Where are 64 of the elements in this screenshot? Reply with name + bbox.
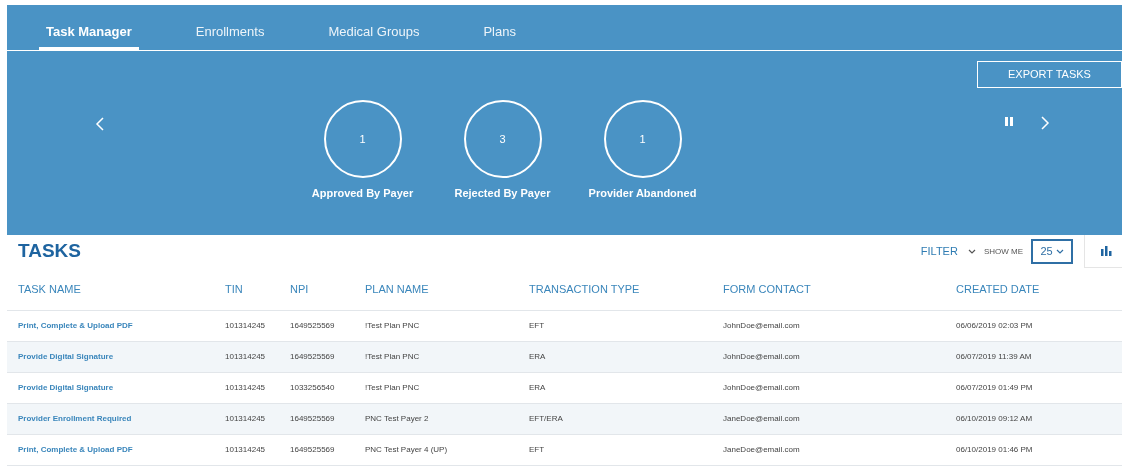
chevron-down-icon [967, 249, 976, 254]
column-header[interactable]: NPI [290, 280, 365, 298]
table-cell: JohnDoe@email.com [723, 351, 800, 363]
table-cell: !Test Plan PNC [365, 320, 420, 332]
stat-label: Approved By Payer [311, 186, 414, 201]
stat-label: Provider Abandoned [588, 186, 697, 201]
table-cell: PNC Test Payer 2 [365, 413, 429, 425]
table-cell: 06/06/2019 02:03 PM [956, 320, 1033, 332]
table-cell: 1033256540 [290, 382, 335, 394]
table-cell: PNC Test Payer 4 (UP) [365, 444, 448, 456]
task-link[interactable]: Provide Digital Signature [18, 351, 114, 363]
chevron-right-icon [1040, 116, 1050, 130]
page-size-select[interactable]: 25 [1031, 239, 1073, 264]
table-cell: 1649525569 [290, 351, 335, 363]
chart-view-button[interactable] [1084, 235, 1122, 268]
table-cell: ERA [529, 351, 546, 363]
table-cell: 1649525569 [290, 320, 335, 332]
table-cell: 06/07/2019 01:49 PM [956, 382, 1033, 394]
previous-button[interactable] [95, 117, 105, 131]
table-cell: EFT/ERA [529, 413, 563, 425]
table-cell: JohnDoe@email.com [723, 320, 800, 332]
export-tasks-button[interactable]: EXPORT TASKS [977, 61, 1122, 88]
column-header[interactable]: TRANSACTION TYPE [529, 280, 723, 298]
filter-dropdown[interactable]: FILTER [920, 243, 976, 260]
table-cell: 06/07/2019 11:39 AM [956, 351, 1032, 363]
column-header[interactable]: TASK NAME [18, 280, 225, 298]
column-header[interactable]: TIN [225, 280, 290, 298]
table-cell: JaneDoe@email.com [723, 444, 800, 456]
bar-chart-icon [1101, 246, 1113, 256]
table-cell: 101314245 [225, 413, 266, 425]
table-cell: 06/10/2019 09:12 AM [956, 413, 1033, 425]
table-cell: 101314245 [225, 382, 266, 394]
column-header[interactable]: CREATED DATE [956, 280, 1122, 298]
next-button[interactable] [1040, 116, 1050, 130]
table-cell: JaneDoe@email.com [723, 413, 800, 425]
nav-tab[interactable]: Plans [476, 16, 523, 50]
stat-label: Rejected By Payer [454, 186, 551, 201]
table-cell: ERA [529, 382, 546, 394]
table-cell: 1649525569 [290, 413, 335, 425]
table-cell: 101314245 [225, 444, 266, 456]
task-link[interactable]: Print, Complete & Upload PDF [18, 444, 133, 456]
section-title: TASKS [18, 239, 81, 264]
show-me-label: SHOW ME [983, 245, 1023, 258]
nav-tab[interactable]: Medical Groups [321, 16, 427, 50]
table-cell: 101314245 [225, 351, 266, 363]
table-cell: JohnDoe@email.com [723, 382, 800, 394]
column-header[interactable]: FORM CONTACT [723, 280, 956, 298]
table-cell: 1649525569 [290, 444, 335, 456]
task-link[interactable]: Provide Digital Signature [18, 382, 114, 394]
task-link[interactable]: Provider Enrollment Required [18, 413, 132, 425]
chevron-left-icon [95, 117, 105, 131]
table-cell: !Test Plan PNC [365, 382, 420, 394]
pause-button[interactable] [1005, 117, 1013, 126]
table-cell: EFT [529, 320, 545, 332]
nav-tab[interactable]: Enrollments [188, 16, 272, 50]
table-cell: 101314245 [225, 320, 266, 332]
chevron-down-icon [1055, 249, 1064, 254]
nav-tab[interactable]: Task Manager [39, 16, 139, 50]
table-cell: !Test Plan PNC [365, 351, 420, 363]
pause-icon [1005, 117, 1013, 126]
task-link[interactable]: Print, Complete & Upload PDF [18, 320, 133, 332]
table-cell: EFT [529, 444, 545, 456]
table-cell: 06/10/2019 01:46 PM [956, 444, 1033, 456]
column-header[interactable]: PLAN NAME [365, 280, 529, 298]
